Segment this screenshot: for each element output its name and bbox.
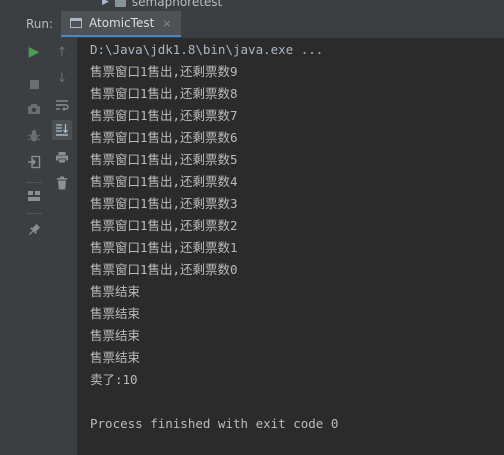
- pin-icon: [28, 223, 41, 236]
- arrow-up-icon: ↑: [56, 44, 68, 60]
- tab-atomictest[interactable]: AtomicTest ×: [61, 11, 181, 37]
- layout-icon: [28, 191, 40, 201]
- tree-item-semaphoretest[interactable]: ▶ semaphoretest: [102, 0, 222, 9]
- scroll-to-end-icon: [56, 124, 69, 136]
- console-line: 售票窗口1售出,还剩票数1: [90, 240, 238, 255]
- console-line: 售票结束: [90, 328, 141, 343]
- arrow-down-icon: ↓: [56, 70, 68, 86]
- scroll-down-button[interactable]: ↓: [52, 68, 72, 88]
- printer-icon: [56, 151, 68, 163]
- console-line: 售票窗口1售出,还剩票数0: [90, 262, 238, 277]
- console-command-line: D:\Java\jdk1.8\bin\java.exe ...: [90, 42, 324, 57]
- screenshot-button[interactable]: [24, 99, 44, 119]
- rerun-button[interactable]: ▶: [24, 42, 44, 62]
- console-line: 售票窗口1售出,还剩票数6: [90, 130, 238, 145]
- debug-button[interactable]: [24, 126, 44, 146]
- scroll-to-end-button[interactable]: [52, 120, 72, 140]
- clear-all-button[interactable]: [52, 173, 72, 193]
- console-line: 售票窗口1售出,还剩票数2: [90, 218, 238, 233]
- enter-icon: [28, 155, 41, 169]
- pin-tab-button[interactable]: [24, 220, 44, 240]
- console-line: 售票窗口1售出,还剩票数7: [90, 108, 238, 123]
- login-button[interactable]: [24, 152, 44, 172]
- run-toolbar-secondary: ↑ ↓: [48, 38, 78, 455]
- close-icon[interactable]: ×: [162, 17, 171, 30]
- print-button[interactable]: [52, 147, 72, 167]
- console-line: 售票结束: [90, 306, 141, 321]
- console-output[interactable]: D:\Java\jdk1.8\bin\java.exe ... 售票窗口1售出,…: [78, 38, 504, 455]
- folder-icon: [114, 0, 126, 7]
- toolbar-separator: [26, 213, 42, 214]
- stop-icon: [29, 79, 39, 89]
- soft-wrap-icon: [56, 100, 69, 111]
- run-toolbar-primary: ▶: [0, 38, 48, 455]
- stop-button[interactable]: [24, 74, 44, 94]
- chevron-right-icon[interactable]: ▶: [102, 0, 109, 7]
- tree-item-label: semaphoretest: [131, 0, 223, 9]
- layout-button[interactable]: [24, 186, 44, 206]
- console-line: 售票结束: [90, 284, 141, 299]
- application-icon: [70, 18, 82, 28]
- console-line: 卖了:10: [90, 372, 138, 387]
- run-label: Run:: [26, 17, 54, 31]
- console-line: 售票窗口1售出,还剩票数5: [90, 152, 238, 167]
- trash-icon: [57, 176, 67, 190]
- console-line: 售票窗口1售出,还剩票数8: [90, 86, 238, 101]
- toolbar-separator: [26, 182, 42, 183]
- play-icon: ▶: [28, 44, 40, 60]
- console-line: 售票窗口1售出,还剩票数9: [90, 64, 238, 79]
- run-header: Run: AtomicTest ×: [0, 11, 504, 39]
- camera-icon: [28, 104, 40, 114]
- tab-label: AtomicTest: [89, 16, 155, 30]
- console-line: 售票窗口1售出,还剩票数4: [90, 174, 238, 189]
- console-line: 售票结束: [90, 350, 141, 365]
- scroll-up-button[interactable]: ↑: [52, 42, 72, 62]
- bug-icon: [27, 130, 41, 142]
- soft-wrap-button[interactable]: [52, 95, 72, 115]
- console-line: 售票窗口1售出,还剩票数3: [90, 196, 238, 211]
- project-tree-strip: ▶ semaphoretest: [0, 0, 504, 11]
- process-exit-message: Process finished with exit code 0: [90, 416, 339, 431]
